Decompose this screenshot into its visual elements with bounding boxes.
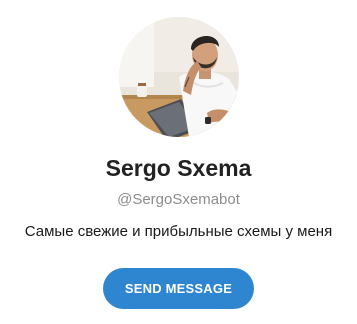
profile-username: @SergoSxemabot	[117, 191, 240, 208]
profile-display-name: Sergo Sxema	[105, 155, 252, 181]
profile-photo-icon	[119, 17, 239, 137]
profile-avatar	[119, 17, 239, 137]
profile-description: Самые свежие и прибыльные схемы у меня	[24, 223, 333, 240]
bot-profile-card: Sergo Sxema @SergoSxemabot Самые свежие …	[0, 0, 357, 324]
send-message-label: SEND MESSAGE	[124, 281, 233, 296]
send-message-button[interactable]: SEND MESSAGE	[103, 268, 254, 309]
